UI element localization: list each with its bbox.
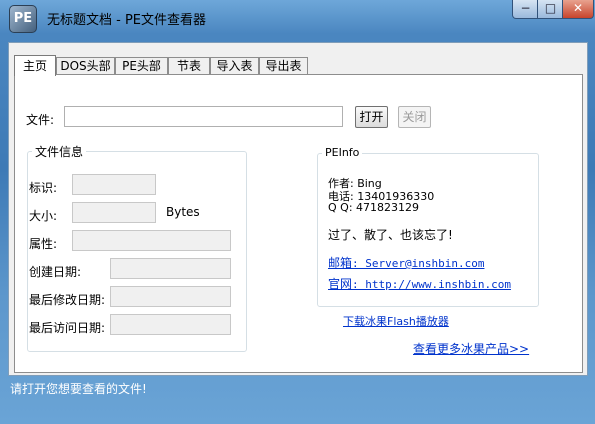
minimize-icon: −: [520, 1, 531, 15]
tab-import-table[interactable]: 导入表: [210, 57, 259, 75]
tab-section-table[interactable]: 节表: [168, 57, 210, 75]
close-icon: ✕: [572, 1, 584, 15]
identifier-field[interactable]: [72, 174, 156, 195]
close-file-button[interactable]: 关闭: [398, 106, 431, 128]
title-bar[interactable]: PE 无标题文档 - PE文件查看器 − □ ✕: [0, 0, 595, 38]
email-link-label: 邮箱: [328, 256, 353, 270]
peinfo-title: PEInfo: [322, 146, 363, 159]
status-text: 请打开您想要查看的文件!: [10, 382, 147, 396]
size-unit: Bytes: [166, 205, 200, 219]
accessed-date-label: 最后访问日期:: [29, 321, 106, 335]
maximize-button[interactable]: □: [537, 0, 564, 19]
window-title: 无标题文档 - PE文件查看器: [47, 13, 207, 28]
size-field[interactable]: [72, 202, 156, 223]
more-products-link[interactable]: 查看更多冰果产品>>: [413, 340, 529, 357]
maximize-icon: □: [544, 1, 557, 15]
website-link[interactable]: 官网: http://www.inshbin.com: [328, 275, 511, 292]
minimize-button[interactable]: −: [512, 0, 539, 19]
attributes-label: 属性:: [29, 237, 58, 251]
slogan-text: 过了、散了、也该忘了!: [328, 228, 453, 242]
download-flash-link[interactable]: 下载冰果Flash播放器: [343, 313, 449, 329]
window-frame: PE 无标题文档 - PE文件查看器 − □ ✕ 主页 DOS头部 PE头部 节…: [0, 0, 595, 424]
email-link-value: : Server@inshbin.com: [352, 257, 485, 270]
file-label: 文件:: [26, 113, 55, 127]
website-link-value: : http://www.inshbin.com: [352, 278, 511, 291]
home-panel: 文件: 打开 关闭 文件信息 标识: 大小: Bytes 属性: 创建日期: 最…: [14, 74, 583, 373]
modified-date-field[interactable]: [110, 286, 231, 307]
tab-pe-header[interactable]: PE头部: [115, 57, 168, 75]
qq-text: Q Q: 471823129: [328, 201, 420, 214]
website-link-label: 官网: [328, 277, 353, 291]
tab-export-table[interactable]: 导出表: [259, 57, 308, 75]
client-area: 主页 DOS头部 PE头部 节表 导入表 导出表 文件: 打开 关闭 文件信息 …: [8, 42, 588, 376]
modified-date-label: 最后修改日期:: [29, 293, 106, 307]
close-window-button[interactable]: ✕: [562, 0, 594, 19]
accessed-date-field[interactable]: [110, 314, 231, 335]
size-label: 大小:: [29, 209, 58, 223]
open-button[interactable]: 打开: [355, 106, 388, 128]
created-date-field[interactable]: [110, 258, 231, 279]
file-path-input[interactable]: [64, 106, 343, 127]
tab-home[interactable]: 主页: [14, 55, 56, 76]
created-date-label: 创建日期:: [29, 265, 82, 279]
email-link[interactable]: 邮箱: Server@inshbin.com: [328, 254, 484, 271]
tab-dos-header[interactable]: DOS头部: [56, 57, 115, 75]
identifier-label: 标识:: [29, 181, 58, 195]
app-icon: PE: [9, 5, 37, 33]
attributes-field[interactable]: [72, 230, 231, 251]
file-info-title: 文件信息: [32, 143, 87, 160]
